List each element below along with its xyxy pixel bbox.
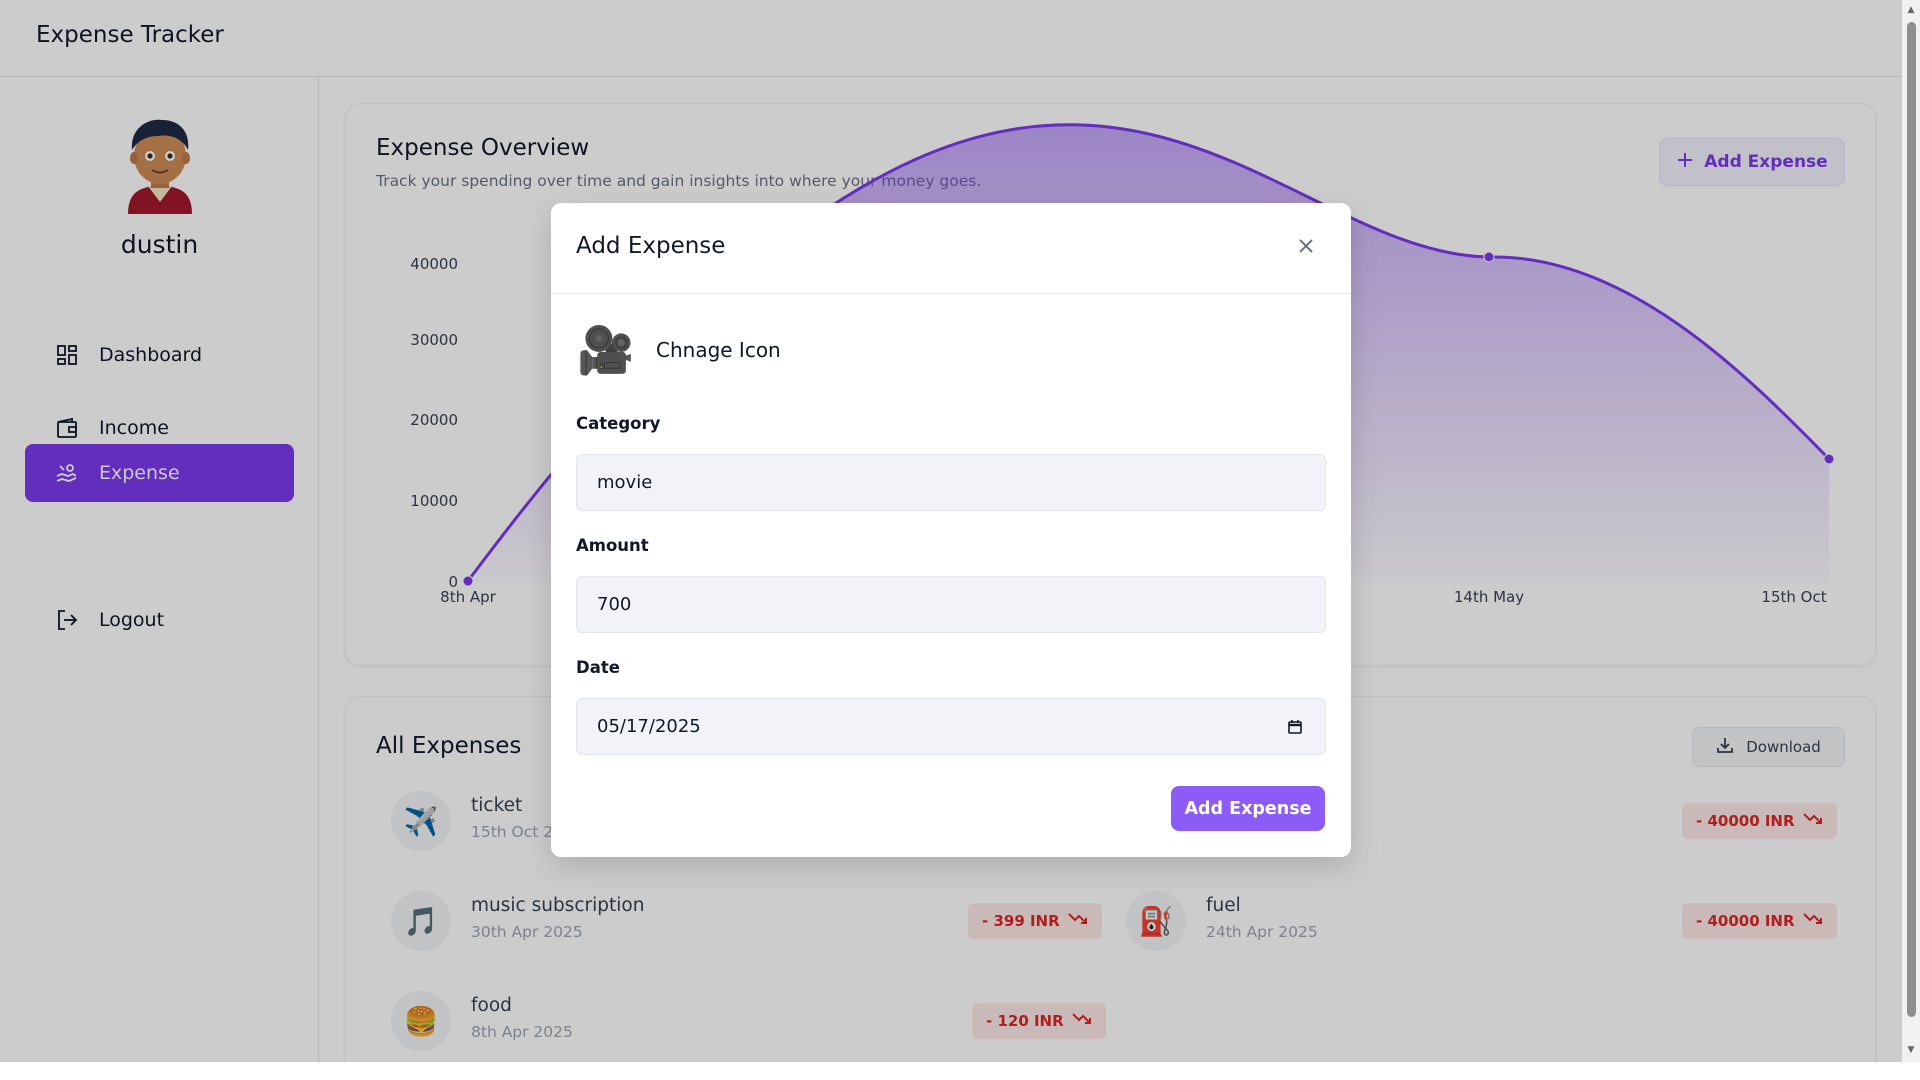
page-scrollbar[interactable]: ▲ ▼ xyxy=(1902,0,1920,1062)
close-button[interactable] xyxy=(1291,233,1321,263)
category-label: Category xyxy=(576,414,661,433)
submit-add-expense-button[interactable]: Add Expense xyxy=(1171,786,1325,831)
calendar-icon[interactable] xyxy=(1287,719,1303,735)
modal-title: Add Expense xyxy=(576,233,726,259)
modal-header: Add Expense xyxy=(551,203,1351,294)
date-input[interactable]: 05/17/2025 xyxy=(576,698,1326,755)
add-expense-modal: Add Expense 🎥 Chnage Icon Category movie… xyxy=(551,203,1351,857)
change-icon-picker[interactable]: 🎥 Chnage Icon xyxy=(576,320,781,380)
category-input[interactable]: movie xyxy=(576,454,1326,511)
movie-camera-icon: 🎥 xyxy=(577,322,635,377)
change-icon-label: Chnage Icon xyxy=(656,338,781,362)
scroll-down-icon[interactable]: ▼ xyxy=(1906,1045,1916,1055)
amount-label: Amount xyxy=(576,536,649,555)
scrollbar-thumb[interactable] xyxy=(1907,22,1916,1017)
bottom-strip xyxy=(0,1062,1920,1080)
scroll-up-icon[interactable]: ▲ xyxy=(1906,5,1916,15)
close-icon xyxy=(1298,238,1314,258)
amount-input[interactable]: 700 xyxy=(576,576,1326,633)
date-label: Date xyxy=(576,658,620,677)
